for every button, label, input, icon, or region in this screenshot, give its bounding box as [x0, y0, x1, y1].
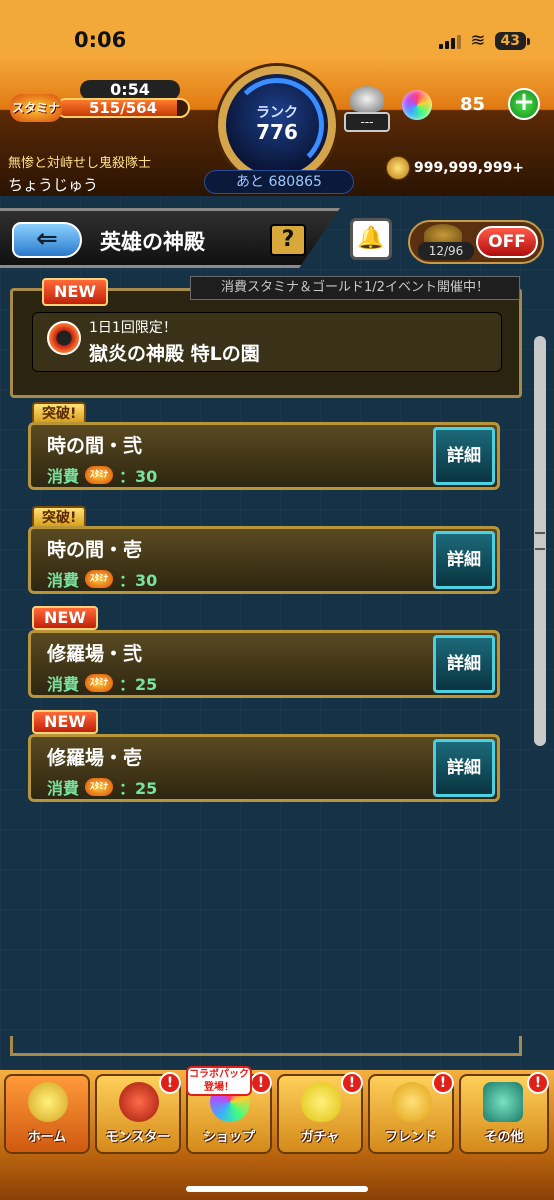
- quest-card[interactable]: 時の間・弐 消費 ｽﾀﾐﾅ ：30 詳細: [28, 422, 500, 490]
- new-badge: NEW: [32, 710, 98, 734]
- detail-button[interactable]: 詳細: [433, 531, 495, 589]
- quest-card[interactable]: 時の間・壱 消費 ｽﾀﾐﾅ ：30 詳細: [28, 526, 500, 594]
- wifi-icon: ≋: [470, 30, 486, 51]
- quest-cost: 消費 ｽﾀﾐﾅ ：25: [47, 671, 157, 695]
- alert-badge: !: [527, 1072, 549, 1094]
- scrollbar[interactable]: [534, 336, 546, 746]
- orb-count: 85: [460, 94, 486, 115]
- battery-icon: 43: [494, 31, 531, 50]
- rank-label: ランク: [256, 105, 298, 121]
- tab-home[interactable]: ホーム: [4, 1074, 90, 1154]
- status-bar: 0:06 ≋ 43: [0, 0, 554, 56]
- tab-bar: ホーム モンスター ! ショップ ! ガチャ ! フレンド ! その他 !: [0, 1070, 554, 1200]
- tab-monster[interactable]: モンスター !: [95, 1072, 181, 1154]
- event-quest[interactable]: 1日1回限定！ 獄炎の神殿 特Lの園: [32, 312, 502, 372]
- orb-icon: [402, 90, 432, 120]
- friend-icon: [392, 1082, 432, 1122]
- gacha-egg-icon: [301, 1082, 341, 1122]
- game-header: 0:54 515/564 スタミナ ランク 776 あと 680865 --- …: [0, 56, 554, 196]
- home-icon: [28, 1082, 68, 1122]
- quest-card[interactable]: 修羅場・壱 消費 ｽﾀﾐﾅ ：25 詳細: [28, 734, 500, 802]
- gold-coin-icon: [386, 156, 410, 180]
- rank-medal[interactable]: ランク 776: [218, 66, 336, 184]
- cost-label: 消費: [47, 467, 80, 486]
- item-orb-icon: [350, 86, 384, 112]
- item-label: ---: [344, 112, 390, 132]
- quest-cost: 消費 ｽﾀﾐﾅ ：25: [47, 775, 157, 799]
- alert-badge: !: [159, 1072, 181, 1094]
- tab-label: モンスター: [105, 1130, 171, 1145]
- cost-value: ：25: [119, 779, 158, 798]
- other-map-icon: [483, 1082, 523, 1122]
- help-button[interactable]: ?: [270, 224, 306, 256]
- tab-label: ホーム: [27, 1130, 67, 1145]
- player-name: ちょうじゅう: [8, 176, 99, 194]
- toggle-count: 12/96: [418, 242, 474, 260]
- rank-next-exp: あと 680865: [204, 170, 354, 194]
- cost-label: 消費: [47, 675, 80, 694]
- stamina-icon: ｽﾀﾐﾅ: [85, 674, 114, 692]
- detail-button[interactable]: 詳細: [433, 635, 495, 693]
- detail-button[interactable]: 詳細: [433, 739, 495, 797]
- monster-icon: [119, 1082, 159, 1122]
- event-notice: 消費スタミナ＆ゴールド1/2イベント開催中！: [190, 276, 520, 300]
- rank-value: 776: [256, 120, 298, 144]
- quest-panel: ⇐ 英雄の神殿 ? 🔔 12/96 OFF 消費スタミナ＆ゴールド1/2イベント…: [0, 196, 554, 1070]
- collab-pack-badge: コラボパック登場！: [186, 1066, 252, 1096]
- cost-value: ：30: [119, 467, 158, 486]
- tab-label: ショップ: [202, 1130, 255, 1145]
- stamina-bar: 515/564: [56, 98, 190, 118]
- tab-label: その他: [484, 1130, 524, 1145]
- status-icons: ≋ 43: [439, 30, 531, 51]
- alert-badge: !: [341, 1072, 363, 1094]
- fire-icon: [47, 321, 81, 355]
- quest-name: 修羅場・弐: [47, 643, 143, 665]
- tab-other[interactable]: その他 !: [459, 1072, 549, 1154]
- stamina-icon: ｽﾀﾐﾅ: [85, 778, 114, 796]
- auto-toggle[interactable]: 12/96 OFF: [408, 220, 544, 264]
- cost-value: ：30: [119, 571, 158, 590]
- quest-name: 修羅場・壱: [47, 747, 143, 769]
- gold-value: 999,999,999+: [414, 160, 525, 176]
- quest-cost: 消費 ｽﾀﾐﾅ ：30: [47, 567, 157, 591]
- event-name: 獄炎の神殿 特Lの園: [89, 343, 260, 365]
- stamina-icon: ｽﾀﾐﾅ: [85, 466, 114, 484]
- tab-gacha[interactable]: ガチャ !: [277, 1072, 363, 1154]
- cost-label: 消費: [47, 571, 80, 590]
- scroll-grip[interactable]: [535, 532, 545, 550]
- off-button[interactable]: OFF: [476, 226, 538, 258]
- stamina-value: 515/564: [88, 99, 158, 117]
- cost-value: ：25: [119, 675, 158, 694]
- detail-button[interactable]: 詳細: [433, 427, 495, 485]
- add-orb-button[interactable]: +: [508, 88, 540, 120]
- cost-label: 消費: [47, 779, 80, 798]
- tab-friend[interactable]: フレンド !: [368, 1072, 454, 1154]
- home-indicator: [186, 1186, 368, 1192]
- back-button[interactable]: ⇐: [12, 222, 82, 258]
- tab-label: ガチャ: [300, 1130, 340, 1145]
- quest-card[interactable]: 修羅場・弐 消費 ｽﾀﾐﾅ ：25 詳細: [28, 630, 500, 698]
- signal-icon: [439, 33, 462, 49]
- quest-cost: 消費 ｽﾀﾐﾅ ：30: [47, 463, 157, 487]
- item-box[interactable]: ---: [344, 86, 390, 134]
- stamina-timer: 0:54: [80, 80, 180, 100]
- quest-name: 時の間・弐: [47, 435, 143, 457]
- bottom-frame: [10, 1036, 522, 1056]
- bell-icon[interactable]: 🔔: [350, 218, 392, 260]
- status-time: 0:06: [74, 28, 127, 52]
- new-badge: NEW: [42, 278, 108, 306]
- player-title: 無惨と対峙せし鬼殺隊士: [8, 156, 152, 171]
- event-subtitle: 1日1回限定！: [89, 320, 177, 336]
- quest-name: 時の間・壱: [47, 539, 143, 561]
- new-badge: NEW: [32, 606, 98, 630]
- alert-badge: !: [250, 1072, 272, 1094]
- stamina-icon: スタミナ: [10, 94, 62, 122]
- tab-label: フレンド: [384, 1130, 437, 1145]
- page-title: 英雄の神殿: [100, 230, 205, 254]
- alert-badge: !: [432, 1072, 454, 1094]
- stamina-icon: ｽﾀﾐﾅ: [85, 570, 114, 588]
